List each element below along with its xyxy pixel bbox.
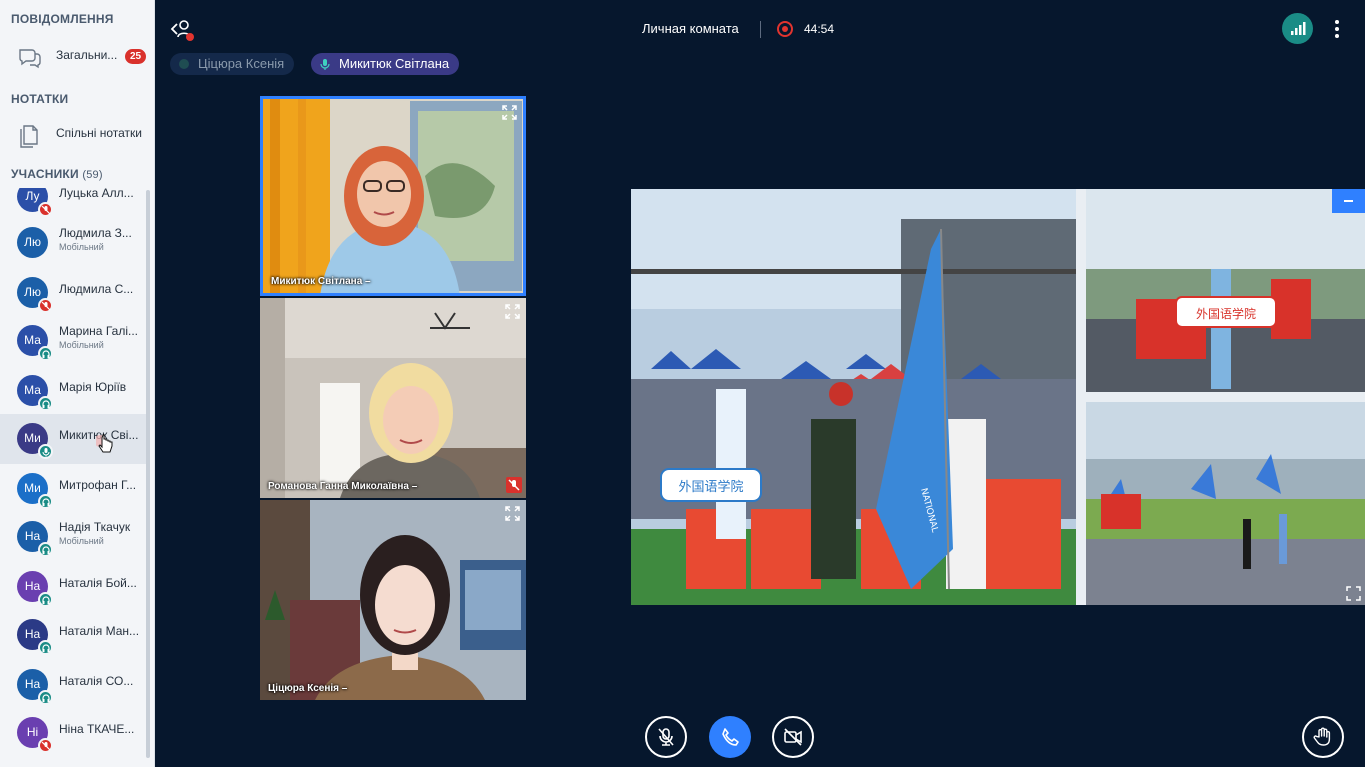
participant-item[interactable]: На Наталія СО... [0,660,148,710]
participant-item[interactable]: Ма Марина Галі... Мобільний [0,316,148,366]
participants-section-title: УЧАСНИКИ (59) [11,167,103,181]
participants-scrollbar[interactable] [146,190,150,758]
mic-icon [38,444,53,459]
general-chat-label: Загальни... [56,48,118,62]
participant-name: Марина Галі... [59,324,138,338]
screen-share-area: 外国语学院 NATIONAL 外国语学院 [631,189,1365,605]
mute-mic-button[interactable] [645,716,687,758]
connection-status-button[interactable] [1282,13,1313,44]
raise-hand-button[interactable] [1302,716,1344,758]
video-tile-1[interactable]: Микитюк Світлана – [260,96,526,296]
headphones-icon [38,542,53,557]
mic-off-icon [658,728,674,746]
recording-timer: 44:54 [804,22,835,36]
video-feed-3 [260,500,526,700]
shared-notes-label: Спільні нотатки [56,126,142,140]
minimize-share-button[interactable] [1332,189,1365,213]
participant-item[interactable]: Лу Луцька Алл... [0,188,148,222]
participant-name: Ніна ТКАЧЕ... [59,722,135,736]
talking-indicator-2: Микитюк Світлана [311,53,460,75]
participant-device: Мобільний [59,340,104,350]
chat-icon [19,49,41,69]
notes-icon [20,125,38,148]
mic-off-icon [38,202,53,217]
header-divider [760,21,761,38]
expand-icon[interactable] [505,304,520,319]
participant-item[interactable]: Ми Микитюк Сві... [0,414,148,464]
video-name-label-1: Микитюк Світлана – [271,276,371,287]
headphones-icon [38,346,53,361]
participant-item[interactable]: Ні Ніна ТКАЧЕ... [0,708,148,758]
participant-name: Наталія Бой... [59,576,137,590]
headphones-icon [38,494,53,509]
expand-icon[interactable] [1346,586,1361,601]
notes-section-title: НОТАТКИ [11,92,69,106]
camera-off-icon [784,728,802,746]
leave-button[interactable] [169,16,195,42]
participants-count: (59) [82,169,103,181]
messages-section-title: ПОВІДОМЛЕННЯ [11,12,114,26]
sidebar: ПОВІДОМЛЕННЯ Загальни... 25 НОТАТКИ Спіл… [0,0,155,767]
mic-off-icon [38,738,53,753]
mic-icon [320,59,330,70]
more-icon[interactable] [1331,18,1343,40]
sign-text-2: 外国语学院 [1196,306,1256,321]
headphones-icon [38,690,53,705]
participant-name: Луцька Алл... [59,188,134,200]
expand-icon[interactable] [502,105,517,120]
video-feed-1 [263,99,523,293]
avatar: Лю [17,227,48,258]
expand-icon[interactable] [505,506,520,521]
general-chat-item[interactable]: Загальни... 25 [0,36,155,76]
participant-device: Мобільний [59,536,104,546]
headphones-icon [38,592,53,607]
participant-name: Людмила З... [59,226,132,240]
mic-off-icon [38,298,53,313]
raise-hand-icon [1313,727,1331,746]
video-tile-2[interactable]: Романова Ганна Миколаївна – [260,298,526,498]
room-title: Личная комната [642,21,739,36]
participant-item[interactable]: На Наталія Ман... [0,610,148,660]
mic-off-badge [506,477,522,493]
participant-name: Наталія СО... [59,674,134,688]
participants-list: Лу Луцька Алл... Лю Людмила З... Мобільний Лю… [0,188,148,767]
audio-phone-button[interactable] [709,716,751,758]
participant-item[interactable]: Лю Людмила З... Мобільний [0,218,148,268]
signal-icon [1291,22,1306,35]
app-window: ПОВІДОМЛЕННЯ Загальни... 25 НОТАТКИ Спіл… [0,0,1365,767]
sign-text-1: 外国语学院 [678,479,743,495]
participant-item[interactable]: Ми Митрофан Г... [0,464,148,514]
participant-name: Марія Юріїв [59,380,127,394]
video-feed-2 [260,298,526,498]
unread-badge: 25 [125,49,147,64]
notification-dot [186,33,194,41]
participant-name: Людмила С... [59,282,134,296]
pointer-cursor-icon [94,431,114,456]
participant-item[interactable]: Лю Людмила С... [0,268,148,318]
shared-photo-collage: 外国语学院 NATIONAL 外国语学院 [631,189,1365,605]
phone-icon [722,728,739,746]
record-icon[interactable] [777,21,793,37]
mic-off-icon [508,479,520,491]
main-area: Личная комната 44:54 Ціцюра Ксенія Микит… [155,0,1365,767]
participant-name: Наталія Ман... [59,624,140,638]
talking-dot [179,59,189,69]
participant-item[interactable]: На Наталія Бой... [0,562,148,612]
video-tile-3[interactable]: Ціцюра Ксенія – [260,500,526,700]
camera-button[interactable] [772,716,814,758]
headphones-icon [38,396,53,411]
headphones-icon [38,640,53,655]
participant-item[interactable]: На Надія Ткачук Мобільний [0,512,148,562]
participant-name: Митрофан Г... [59,478,137,492]
video-name-label-2: Романова Ганна Миколаївна – [268,481,418,492]
shared-notes-item[interactable]: Спільні нотатки [0,114,155,154]
participant-name: Надія Ткачук [59,520,131,534]
participant-item[interactable]: Ма Марія Юріїв [0,366,148,416]
talking-indicator-1: Ціцюра Ксенія [170,53,295,75]
video-name-label-3: Ціцюра Ксенія – [268,683,348,694]
participant-device: Мобільний [59,242,104,252]
